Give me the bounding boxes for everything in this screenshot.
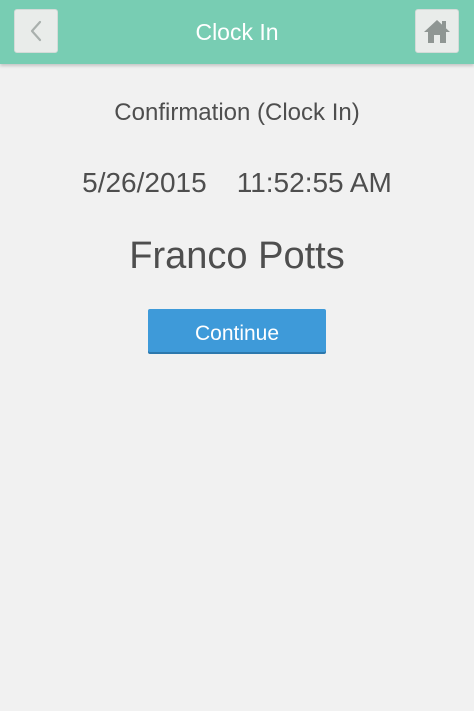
continue-button[interactable]: Continue	[148, 309, 326, 352]
chevron-left-icon	[30, 20, 42, 42]
employee-name: Franco Potts	[129, 235, 345, 277]
confirmation-heading: Confirmation (Clock In)	[114, 99, 360, 126]
back-button[interactable]	[14, 9, 58, 53]
clock-in-time: 11:52:55 AM	[236, 167, 392, 198]
home-button[interactable]	[415, 9, 459, 53]
clock-in-datetime: 5/26/2015 11:52:55 AM	[0, 166, 474, 200]
app-screen: Clock In Confirmation (Clock In) 5/26/20…	[0, 0, 474, 711]
home-icon	[424, 20, 450, 43]
page-title: Clock In	[195, 19, 279, 45]
clock-in-date: 5/26/2015	[82, 167, 207, 198]
header-bar: Clock In	[0, 0, 474, 64]
